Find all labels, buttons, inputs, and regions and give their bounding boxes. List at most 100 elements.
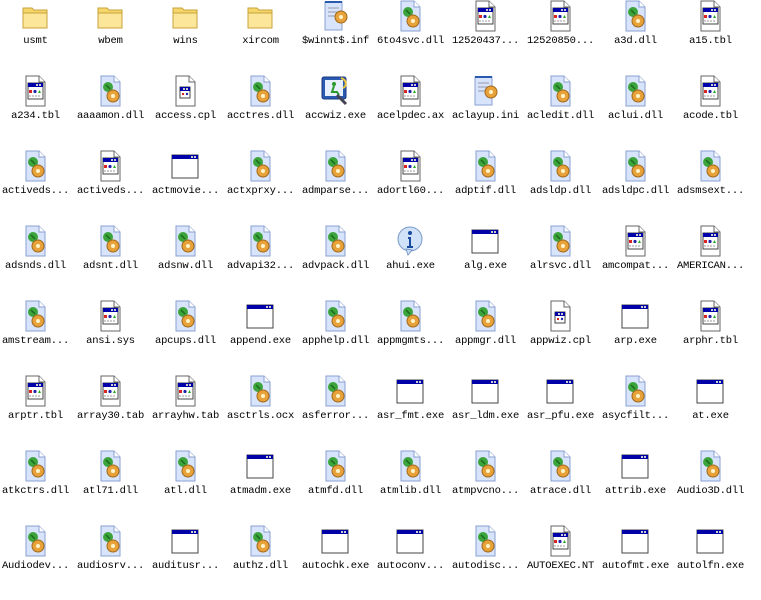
file-item[interactable]: autolfn.exe [673,525,748,600]
file-item[interactable]: apcups.dll [148,300,223,375]
file-item[interactable]: acctres.dll [223,75,298,150]
file-name: atmadm.exe [229,485,291,497]
file-item[interactable]: amstream... [0,300,73,375]
file-item[interactable]: Audiodev... [0,525,73,600]
file-item[interactable]: alrsvc.dll [523,225,598,300]
file-item[interactable]: asr_ldm.exe [448,375,523,450]
file-item[interactable]: actmovie... [148,150,223,225]
file-item[interactable]: alg.exe [448,225,523,300]
file-item[interactable]: aaaamon.dll [73,75,148,150]
file-item[interactable]: arrayhw.tab [148,375,223,450]
file-name: amstream... [1,335,70,347]
file-item[interactable]: atl.dll [148,450,223,525]
file-item[interactable]: appmgr.dll [448,300,523,375]
file-name: a3d.dll [614,35,657,47]
file-item[interactable]: AMERICAN... [673,225,748,300]
file-name: alg.exe [464,260,507,272]
file-item[interactable]: wbem [73,0,148,75]
file-item[interactable]: atkctrs.dll [0,450,73,525]
file-name: advpack.dll [301,260,370,272]
file-item[interactable]: autodisc... [448,525,523,600]
file-item[interactable]: ahui.exe [373,225,448,300]
file-item[interactable]: aclayup.ini [448,75,523,150]
exe-icon [319,525,351,557]
file-name: adsnds.dll [4,260,66,272]
file-name: asferror... [301,410,370,422]
file-name: wbem [98,35,123,47]
file-item[interactable]: acledit.dll [523,75,598,150]
file-item[interactable]: adsnt.dll [73,225,148,300]
file-item[interactable]: admparse... [298,150,373,225]
file-item[interactable]: apphelp.dll [298,300,373,375]
file-name: apcups.dll [154,335,216,347]
file-item[interactable]: at.exe [673,375,748,450]
file-name: a15.tbl [689,35,732,47]
file-item[interactable]: attrib.exe [598,450,673,525]
file-item[interactable]: 12520850... [523,0,598,75]
file-item[interactable]: 6to4svc.dll [373,0,448,75]
file-item[interactable]: $winnt$.inf [298,0,373,75]
file-item[interactable]: adsldp.dll [523,150,598,225]
file-item[interactable]: autochk.exe [298,525,373,600]
file-item[interactable]: autofmt.exe [598,525,673,600]
file-item[interactable]: AUTOEXEC.NT [523,525,598,600]
file-item[interactable]: authz.dll [223,525,298,600]
file-item[interactable]: adsmsext... [673,150,748,225]
file-item[interactable]: adsldpc.dll [598,150,673,225]
file-name: appmgr.dll [454,335,516,347]
file-item[interactable]: atmlib.dll [373,450,448,525]
file-item[interactable]: actxprxy... [223,150,298,225]
file-item[interactable]: advapi32... [223,225,298,300]
file-name: asycfilt... [601,410,670,422]
file-item[interactable]: atmadm.exe [223,450,298,525]
file-item[interactable]: ansi.sys [73,300,148,375]
file-item[interactable]: appmgmts... [373,300,448,375]
file-item[interactable]: appwiz.cpl [523,300,598,375]
file-item[interactable]: adsnds.dll [0,225,73,300]
file-item[interactable]: arp.exe [598,300,673,375]
file-item[interactable]: xircom [223,0,298,75]
file-item[interactable]: asycfilt... [598,375,673,450]
dll-icon [19,525,51,557]
file-item[interactable]: atrace.dll [523,450,598,525]
file-item[interactable]: atl71.dll [73,450,148,525]
file-item[interactable]: adortl60... [373,150,448,225]
exe-icon [544,375,576,407]
file-item[interactable]: a234.tbl [0,75,73,150]
file-item[interactable]: usmt [0,0,73,75]
file-item[interactable]: adsnw.dll [148,225,223,300]
file-item[interactable]: acode.tbl [673,75,748,150]
file-item[interactable]: append.exe [223,300,298,375]
file-item[interactable]: asr_pfu.exe [523,375,598,450]
file-item[interactable]: asferror... [298,375,373,450]
file-item[interactable]: accwiz.exe [298,75,373,150]
file-item[interactable]: wins [148,0,223,75]
file-item[interactable]: amcompat... [598,225,673,300]
dll-icon [544,150,576,182]
file-item[interactable]: aclui.dll [598,75,673,150]
file-item[interactable]: a15.tbl [673,0,748,75]
file-item[interactable]: activeds... [73,150,148,225]
file-item[interactable]: array30.tab [73,375,148,450]
file-item[interactable]: Audio3D.dll [673,450,748,525]
file-item[interactable]: acelpdec.ax [373,75,448,150]
file-item[interactable]: asr_fmt.exe [373,375,448,450]
file-item[interactable]: arptr.tbl [0,375,73,450]
exe-icon [394,375,426,407]
file-item[interactable]: access.cpl [148,75,223,150]
file-item[interactable]: auditusr... [148,525,223,600]
dll-icon [694,150,726,182]
doc-icon [394,75,426,107]
file-item[interactable]: asctrls.ocx [223,375,298,450]
file-item[interactable]: audiosrv... [73,525,148,600]
file-item[interactable]: adptif.dll [448,150,523,225]
file-item[interactable]: autoconv... [373,525,448,600]
file-item[interactable]: arphr.tbl [673,300,748,375]
file-item[interactable]: atmpvcno... [448,450,523,525]
file-item[interactable]: activeds... [0,150,73,225]
file-item[interactable]: 12520437... [448,0,523,75]
doc-icon [544,525,576,557]
file-item[interactable]: advpack.dll [298,225,373,300]
file-item[interactable]: a3d.dll [598,0,673,75]
file-item[interactable]: atmfd.dll [298,450,373,525]
